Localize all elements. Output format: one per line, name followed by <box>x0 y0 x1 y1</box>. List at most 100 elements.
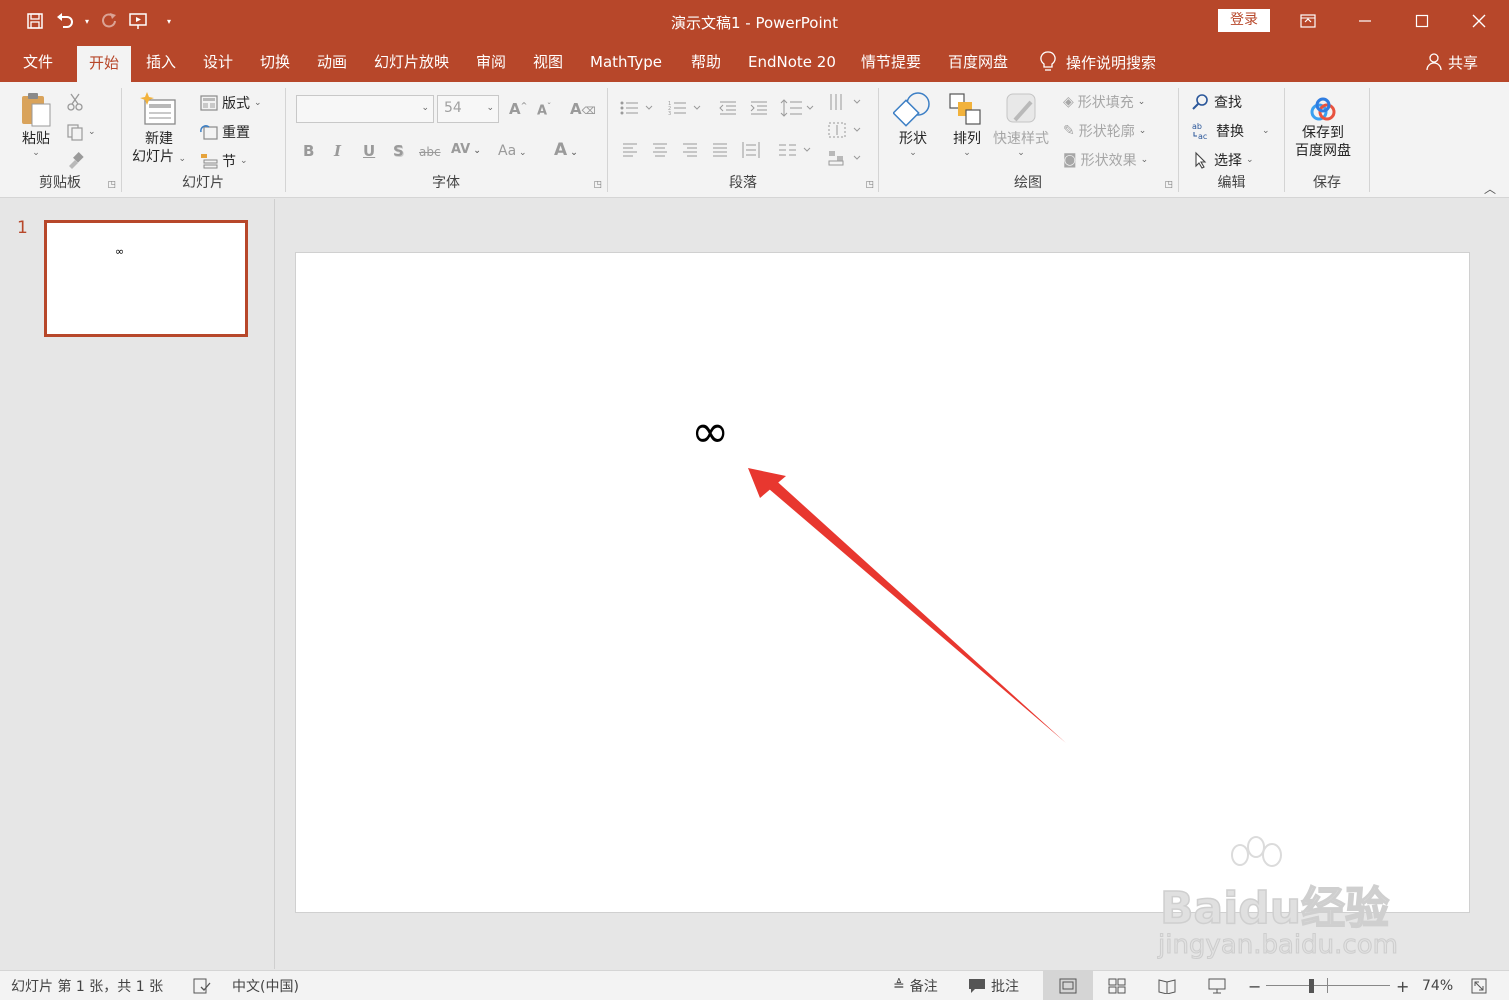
save-to-baidu-button[interactable]: 保存到 百度网盘 <box>1295 96 1351 160</box>
font-color-icon[interactable]: A ⌄ <box>554 140 578 160</box>
section-button[interactable]: 节 ⌄ <box>200 149 248 173</box>
zoom-slider-thumb[interactable] <box>1309 979 1314 993</box>
login-button[interactable]: 登录 <box>1218 9 1270 32</box>
tab-help[interactable]: 帮助 <box>679 42 733 82</box>
tab-slideshow[interactable]: 幻灯片放映 <box>362 42 461 82</box>
effects-icon: ◙ <box>1063 152 1077 168</box>
decrease-font-size-icon[interactable]: Aˇ <box>537 102 551 118</box>
tab-storyboard[interactable]: 情节提要 <box>849 42 933 82</box>
find-button[interactable]: 查找 <box>1192 90 1242 114</box>
align-left-icon[interactable] <box>621 142 639 158</box>
fit-to-window-icon[interactable] <box>1471 971 1487 1000</box>
numbering-icon[interactable]: 123 <box>668 100 704 116</box>
tab-review[interactable]: 审阅 <box>464 42 518 82</box>
shape-fill-button[interactable]: ◈ 形状填充 ⌄ <box>1063 90 1145 114</box>
tab-transitions[interactable]: 切换 <box>248 42 302 82</box>
convert-to-smartart-icon[interactable] <box>827 148 863 168</box>
zoom-in-icon[interactable]: + <box>1396 971 1409 1000</box>
tab-insert[interactable]: 插入 <box>134 42 188 82</box>
align-center-icon[interactable] <box>651 142 669 158</box>
line-spacing-icon[interactable] <box>780 98 816 118</box>
tab-animations[interactable]: 动画 <box>305 42 359 82</box>
font-name-field[interactable]: ⌄ <box>296 95 434 123</box>
font-launcher-icon[interactable]: ◳ <box>593 180 602 190</box>
close-icon[interactable] <box>1451 0 1507 42</box>
zoom-level[interactable]: 74% <box>1422 971 1453 1000</box>
clear-formatting-icon[interactable]: A⌫ <box>570 100 596 118</box>
reading-view-icon[interactable] <box>1158 971 1176 1000</box>
shape-effects-button[interactable]: ◙ 形状效果 ⌄ <box>1063 148 1148 172</box>
columns-icon[interactable] <box>777 142 813 158</box>
language-status[interactable]: 中文(中国) <box>232 971 299 1000</box>
text-direction-icon[interactable] <box>827 92 863 112</box>
shapes-button[interactable]: 形状 ⌄ <box>893 90 933 158</box>
character-spacing-icon[interactable]: AV ⌄ <box>451 142 481 157</box>
watermark-brand: Baidu经验 <box>1159 882 1390 935</box>
tab-home[interactable]: 开始 <box>77 46 132 82</box>
normal-view-icon[interactable] <box>1043 971 1093 1000</box>
clipboard-launcher-icon[interactable]: ◳ <box>107 180 116 190</box>
paste-icon <box>22 93 51 127</box>
zoom-out-icon[interactable]: − <box>1248 971 1261 1000</box>
underline-icon[interactable]: U <box>363 142 375 160</box>
font-size-value: 54 <box>444 100 462 116</box>
comments-button[interactable]: 批注 <box>968 971 1019 1000</box>
new-slide-button[interactable]: 新建 幻灯片 ⌄ <box>132 90 186 168</box>
slide-canvas[interactable]: ∞ <box>295 252 1470 913</box>
shapes-label: 形状 <box>899 131 927 147</box>
italic-icon[interactable]: I <box>334 142 341 160</box>
paste-dropdown-icon[interactable]: ⌄ <box>32 148 40 158</box>
infinity-symbol[interactable]: ∞ <box>691 408 729 454</box>
reset-icon <box>200 125 218 140</box>
quick-styles-button[interactable]: 快速样式 ⌄ <box>993 90 1049 158</box>
slide-sorter-view-icon[interactable] <box>1108 971 1126 1000</box>
bold-icon[interactable]: B <box>303 142 314 160</box>
increase-font-size-icon[interactable]: A^ <box>509 100 527 118</box>
format-painter-icon[interactable] <box>66 148 84 172</box>
collapse-ribbon-icon[interactable]: ︿ <box>1484 180 1496 197</box>
bullets-icon[interactable] <box>620 100 654 116</box>
arrange-button[interactable]: 排列 ⌄ <box>947 90 987 158</box>
drawing-launcher-icon[interactable]: ◳ <box>1164 180 1173 190</box>
distributed-icon[interactable] <box>741 140 761 160</box>
reset-button[interactable]: 重置 <box>200 120 250 144</box>
font-size-field[interactable]: 54 ⌄ <box>437 95 499 123</box>
accessibility-check-icon[interactable] <box>193 971 211 1000</box>
zoom-slider[interactable] <box>1266 971 1390 1000</box>
justify-icon[interactable] <box>711 142 729 158</box>
tab-mathtype[interactable]: MathType <box>578 42 674 82</box>
arrange-label: 排列 <box>953 131 981 147</box>
shadow-icon[interactable]: S <box>393 142 404 160</box>
tell-me-search[interactable]: 操作说明搜索 <box>1040 42 1156 82</box>
paragraph-launcher-icon[interactable]: ◳ <box>865 180 874 190</box>
minimize-icon[interactable] <box>1337 0 1393 42</box>
cut-icon[interactable] <box>66 90 84 114</box>
ribbon-display-options-icon[interactable] <box>1280 0 1336 42</box>
select-button[interactable]: 选择 ⌄ <box>1192 148 1254 172</box>
share-button[interactable]: 共享 <box>1426 42 1478 82</box>
shape-outline-button[interactable]: ✎ 形状轮廓 ⌄ <box>1063 119 1146 143</box>
paste-button[interactable]: 粘贴 ⌄ <box>18 90 54 158</box>
copy-icon[interactable]: ⌄ <box>66 120 96 144</box>
align-text-icon[interactable] <box>827 120 863 140</box>
decrease-indent-icon[interactable] <box>718 100 738 116</box>
notes-button[interactable]: ≜ 备注 <box>893 971 938 1000</box>
tab-view[interactable]: 视图 <box>521 42 575 82</box>
tab-file[interactable]: 文件 <box>11 42 65 82</box>
svg-text:ab: ab <box>1192 122 1202 131</box>
slide-count-status: 幻灯片 第 1 张，共 1 张 <box>11 979 164 995</box>
tab-baidu-netdisk[interactable]: 百度网盘 <box>936 42 1020 82</box>
increase-indent-icon[interactable] <box>749 100 769 116</box>
maximize-icon[interactable] <box>1394 0 1450 42</box>
slideshow-view-icon[interactable] <box>1208 971 1226 1000</box>
paragraph-group: 123 段落 ◳ <box>608 86 878 194</box>
tab-design[interactable]: 设计 <box>191 42 245 82</box>
strikethrough-icon[interactable]: abc <box>419 145 441 159</box>
align-right-icon[interactable] <box>681 142 699 158</box>
fill-bucket-icon: ◈ <box>1063 94 1074 110</box>
layout-button[interactable]: 版式 ⌄ <box>200 91 262 115</box>
change-case-icon[interactable]: Aa ⌄ <box>498 143 527 159</box>
replace-button[interactable]: ab ac 替换 ⌄ <box>1192 119 1270 143</box>
tab-endnote[interactable]: EndNote 20 <box>736 42 848 82</box>
slide-thumbnail[interactable]: ∞ <box>44 220 248 337</box>
